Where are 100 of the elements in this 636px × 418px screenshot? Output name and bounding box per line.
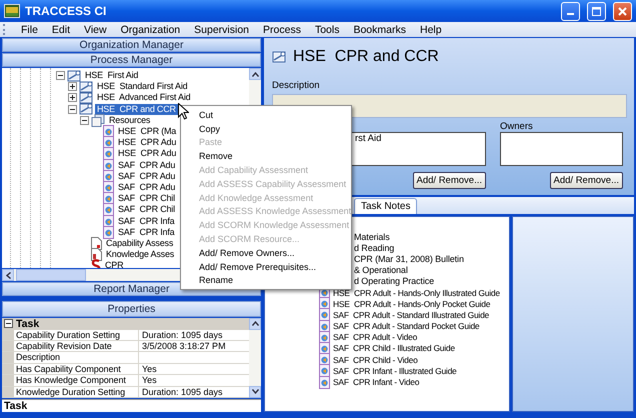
tree-item[interactable]: HSE CPR Adult - Hands-Only Pocket Guide (333, 298, 490, 309)
tree-item[interactable]: SAF CPR Chil (116, 193, 177, 204)
tree-item[interactable]: SAF CPR Child - Illustrated Guide (333, 343, 455, 354)
menu-item[interactable]: Organization (114, 24, 188, 36)
tree-item[interactable]: SAF CPR Adult - Video (333, 332, 418, 342)
tree-item[interactable]: & Operational (354, 265, 408, 276)
tree-item[interactable]: Resources (107, 114, 152, 126)
menu-item[interactable]: Help (412, 24, 449, 36)
document-icon (103, 125, 114, 138)
scroll-left-icon[interactable] (6, 272, 10, 278)
menu-item[interactable]: Add/ Remove Owners... (181, 246, 351, 260)
document-icon (319, 342, 330, 355)
detail-title: HSE CPR and CCR (293, 48, 439, 66)
collapse-toggle[interactable] (80, 116, 89, 125)
window-title: TRACCESS CI (25, 4, 106, 18)
tree-item[interactable]: SAF CPR Adu (116, 182, 178, 193)
tree-item[interactable]: SAF CPR Infant - Video (333, 377, 420, 388)
property-value[interactable]: 3/5/2008 3:18:27 PM (142, 340, 226, 351)
document-icon (103, 192, 114, 206)
tree-item[interactable]: Knowledge Asses (104, 249, 176, 260)
menu-item[interactable]: Tools (308, 24, 346, 36)
tree-item[interactable]: HSE CPR and CCR (95, 104, 178, 115)
tree-item[interactable]: CPR (Mar 31, 2008) Bulletin (354, 254, 464, 264)
maximize-button[interactable] (587, 2, 606, 20)
property-value[interactable]: Duration: 1095 days (142, 330, 223, 340)
field-label: Description (272, 80, 320, 91)
scroll-up-icon[interactable] (252, 321, 258, 326)
collapse-toggle[interactable] (4, 319, 13, 328)
tree-item[interactable]: SAF CPR Adu (116, 160, 178, 171)
document-icon (319, 353, 330, 366)
document-icon (319, 320, 330, 333)
document-icon (103, 226, 114, 239)
tree-item[interactable]: HSE First Aid (83, 70, 140, 82)
document-icon (319, 376, 330, 389)
menu-item[interactable]: Supervision (187, 24, 256, 36)
close-button[interactable] (613, 2, 632, 20)
menu-item[interactable]: View (77, 24, 114, 36)
tree-item[interactable]: HSE CPR Adu (116, 137, 178, 148)
category-label: Task (16, 318, 40, 330)
field-label: Owners (500, 121, 533, 132)
property-name: Description (14, 352, 139, 363)
property-value[interactable]: Yes (142, 375, 157, 386)
document-icon (103, 158, 114, 172)
property-value[interactable]: Yes (142, 364, 157, 374)
panel-header[interactable]: Process Manager (2, 53, 261, 67)
add-remove-button[interactable]: Add/ Remove... (412, 172, 486, 189)
tree-item[interactable]: HSE CPR Adult - Hands-Only Illustrated Guide (333, 288, 500, 298)
page-icon (91, 236, 102, 250)
tree-item[interactable]: SAF CPR Infa (116, 226, 176, 238)
scroll-down-icon[interactable] (252, 389, 258, 394)
owners-list[interactable] (500, 132, 623, 166)
tree-item[interactable]: Materials (354, 232, 390, 242)
tree-item[interactable]: SAF CPR Chil (116, 204, 177, 216)
add-remove-button[interactable]: Add/ Remove... (550, 172, 623, 189)
property-name: Capability Revision Date (14, 340, 139, 352)
property-value[interactable]: Duration: 1095 days (142, 386, 223, 397)
tree-item[interactable]: SAF CPR Adult - Standard Illustrated Guide (333, 310, 490, 320)
document-icon (103, 170, 114, 183)
menu-item[interactable]: File (14, 24, 45, 36)
property-name: Capability Duration Setting (14, 330, 139, 340)
document-icon (103, 214, 114, 228)
page-icon (91, 248, 102, 262)
document-icon (319, 297, 330, 310)
app-icon (4, 4, 20, 18)
expand-toggle[interactable] (68, 82, 77, 92)
description-text: Task (4, 400, 28, 412)
stacked-pages-icon (91, 114, 105, 127)
property-name: Has Knowledge Component (14, 375, 139, 386)
property-name: Has Capability Component (14, 364, 139, 374)
tree-item[interactable]: d Reading (354, 242, 394, 253)
tree-item[interactable]: SAF CPR Adu (116, 170, 178, 182)
document-icon (103, 136, 114, 150)
collapse-toggle[interactable] (68, 104, 77, 114)
document-icon (103, 203, 114, 216)
document-icon (319, 330, 330, 344)
property-name: Knowledge Duration Setting (14, 386, 139, 397)
tree-item[interactable]: HSE CPR Adu (116, 148, 178, 160)
close-icon (618, 6, 627, 16)
tree-item[interactable]: CPR (103, 260, 126, 268)
tree-item[interactable]: HSE Standard First Aid (95, 81, 190, 92)
tree-item[interactable]: SAF CPR Child - Video (333, 354, 418, 365)
expand-toggle[interactable] (68, 93, 77, 102)
tree-item[interactable]: SAF CPR Infa (116, 216, 176, 227)
minimize-button[interactable] (561, 2, 580, 20)
tree-item[interactable]: SAF CPR Infant - Illustrated Guide (333, 366, 457, 376)
scroll-up-icon[interactable] (252, 72, 258, 76)
tree-item[interactable]: Capability Assess (104, 238, 176, 249)
maximize-icon (592, 6, 601, 16)
tree-item[interactable]: SAF CPR Adult - Standard Pocket Guide (333, 321, 480, 332)
minimize-icon (567, 13, 574, 15)
panel-header[interactable]: Organization Manager (2, 38, 261, 52)
tree-item[interactable]: d Operating Practice (354, 276, 434, 286)
menu-item[interactable]: Edit (44, 24, 78, 36)
collapse-toggle[interactable] (56, 71, 65, 80)
tree-item[interactable]: HSE Advanced First Aid (95, 92, 192, 104)
menu-item[interactable]: Process (256, 24, 308, 36)
menu-item[interactable]: Add/ Remove Prerequisites... (181, 260, 351, 274)
tree-item[interactable]: HSE CPR (Ma (116, 126, 178, 138)
tab[interactable]: Task Notes (354, 198, 418, 214)
menu-item[interactable]: Bookmarks (346, 24, 413, 36)
